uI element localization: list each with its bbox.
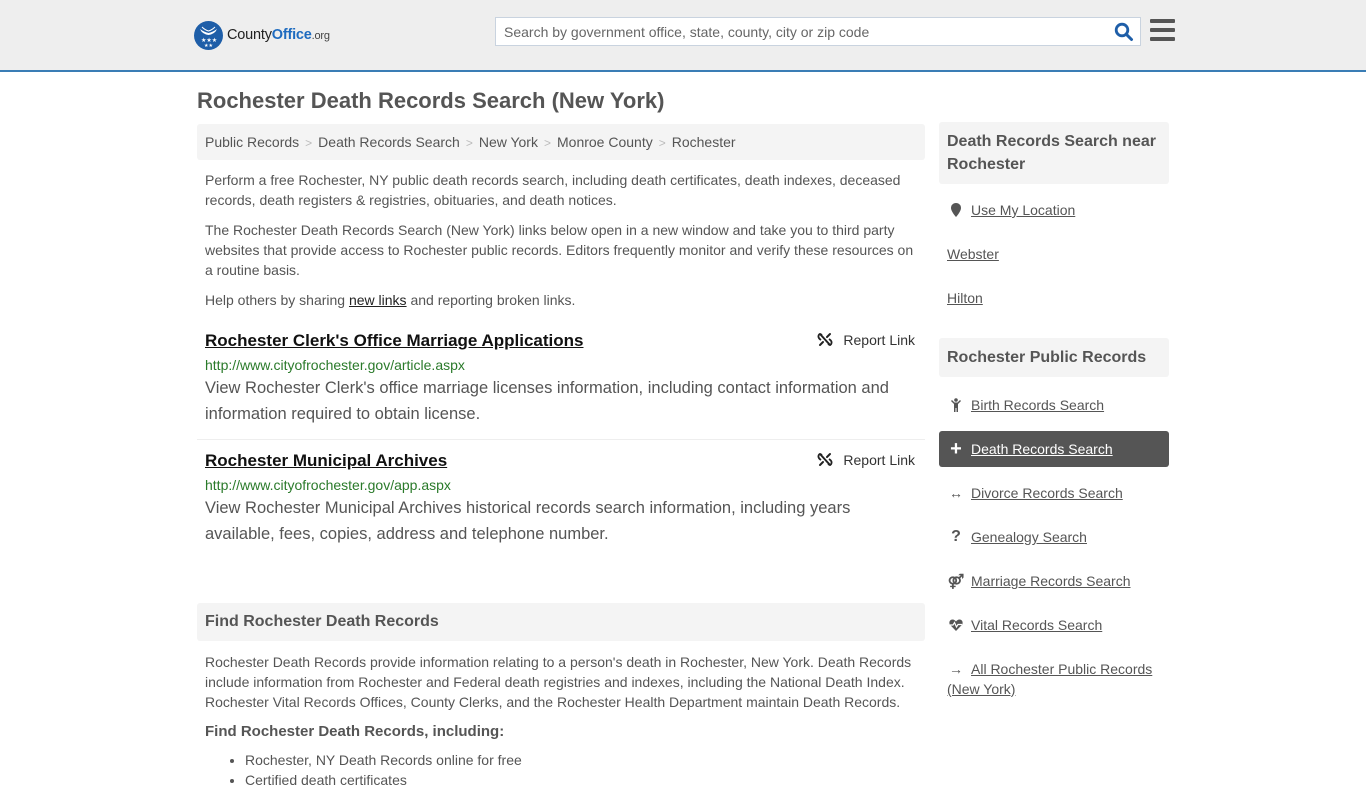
sidebar: Death Records Search near Rochester Use … <box>939 122 1169 715</box>
search-icon <box>1114 22 1133 41</box>
help-text: and reporting broken links. <box>406 292 576 308</box>
new-links-link[interactable]: new links <box>349 292 407 308</box>
nearby-place-link[interactable]: Hilton <box>947 288 983 308</box>
arrow-right-icon: → <box>949 661 963 677</box>
resource-link-title[interactable]: Rochester Municipal Archives <box>205 451 447 470</box>
breadcrumb-new-york[interactable]: New York <box>479 134 538 150</box>
breadcrumb-rochester: Rochester <box>671 134 736 150</box>
logo-text: CountyOffice.org <box>227 27 330 43</box>
menu-bar <box>1150 19 1175 23</box>
sidebar-item-divorce-records[interactable]: ↔ Divorce Records Search <box>939 475 1169 511</box>
nearby-header: Death Records Search near Rochester <box>939 122 1169 184</box>
resource-link-description: View Rochester Municipal Archives histor… <box>205 499 851 543</box>
find-records-list-item: Rochester, NY Death Records online for f… <box>245 750 925 770</box>
venus-mars-icon: ⚤ <box>947 573 965 589</box>
question-icon: ? <box>951 528 961 545</box>
site-header: ★★★ ★★ CountyOffice.org <box>0 0 1366 72</box>
resource-link-title[interactable]: Rochester Clerk's Office Marriage Applic… <box>205 331 583 350</box>
resource-link-item: Rochester Municipal Archives Report Link… <box>197 440 925 559</box>
sidebar-link[interactable]: All Rochester Public Records (New York) <box>947 661 1152 697</box>
arrows-horizontal-icon: ↔ <box>949 485 963 501</box>
breadcrumb-public-records[interactable]: Public Records <box>205 134 299 150</box>
help-text: Help others by sharing <box>205 292 349 308</box>
county-office-logo[interactable]: ★★★ ★★ CountyOffice.org <box>194 20 330 50</box>
sidebar-link[interactable]: Death Records Search <box>971 439 1113 459</box>
search-input[interactable] <box>496 18 1106 45</box>
find-records-body: Rochester Death Records provide informat… <box>197 652 925 790</box>
public-records-list: Birth Records Search + Death Records Sea… <box>939 377 1169 715</box>
map-marker-icon <box>947 200 965 220</box>
broken-link-icon <box>817 333 833 346</box>
menu-bar <box>1150 37 1175 41</box>
menu-bar <box>1150 28 1175 32</box>
sidebar-link[interactable]: Birth Records Search <box>971 395 1104 415</box>
svg-text:★★: ★★ <box>204 43 213 49</box>
nearby-list: Use My Location Webster Hilton <box>939 184 1169 324</box>
sidebar-item-birth-records[interactable]: Birth Records Search <box>939 387 1169 423</box>
nearby-place-link[interactable]: Webster <box>947 244 999 264</box>
sidebar-item-death-records[interactable]: + Death Records Search <box>939 431 1169 467</box>
resource-link-item: Rochester Clerk's Office Marriage Applic… <box>197 320 925 440</box>
search-box <box>495 17 1141 46</box>
use-my-location[interactable]: Use My Location <box>939 192 1169 228</box>
search-button[interactable] <box>1114 22 1134 42</box>
report-link-label: Report Link <box>843 332 915 348</box>
breadcrumb-separator: > <box>658 136 666 150</box>
breadcrumb-separator: > <box>465 136 473 150</box>
sidebar-link[interactable]: Marriage Records Search <box>971 571 1131 591</box>
nearby-place-webster[interactable]: Webster <box>939 228 1169 272</box>
resource-link-description: View Rochester Clerk's office marriage l… <box>205 379 889 423</box>
sidebar-link[interactable]: Genealogy Search <box>971 527 1087 547</box>
breadcrumb-monroe-county[interactable]: Monroe County <box>557 134 653 150</box>
resource-link-url[interactable]: http://www.cityofrochester.gov/article.a… <box>205 355 917 375</box>
report-link-button[interactable]: Report Link <box>817 452 915 468</box>
use-my-location-link[interactable]: Use My Location <box>971 200 1075 220</box>
sidebar-item-marriage-records[interactable]: ⚤ Marriage Records Search <box>939 563 1169 599</box>
find-records-list-item: Certified death certificates <box>245 770 925 790</box>
sidebar-item-all-public-records[interactable]: → All Rochester Public Records (New York) <box>939 651 1169 707</box>
sidebar-link[interactable]: Divorce Records Search <box>971 483 1123 503</box>
breadcrumb-death-records-search[interactable]: Death Records Search <box>318 134 460 150</box>
nearby-place-hilton[interactable]: Hilton <box>939 272 1169 316</box>
hamburger-menu-button[interactable] <box>1150 19 1175 42</box>
report-link-label: Report Link <box>843 452 915 468</box>
public-records-header: Rochester Public Records <box>939 338 1169 377</box>
find-records-subheader: Find Rochester Death Records, including: <box>205 723 505 740</box>
eagle-logo-icon: ★★★ ★★ <box>194 20 223 50</box>
intro-paragraph: Perform a free Rochester, NY public deat… <box>205 172 901 208</box>
find-records-paragraph: Rochester Death Records provide informat… <box>205 654 912 710</box>
breadcrumb-separator: > <box>305 136 313 150</box>
find-records-list: Rochester, NY Death Records online for f… <box>197 750 925 790</box>
find-records-header: Find Rochester Death Records <box>197 603 925 641</box>
page-title: Rochester Death Records Search (New York… <box>197 88 665 113</box>
sidebar-link[interactable]: Vital Records Search <box>971 615 1102 635</box>
sidebar-item-vital-records[interactable]: Vital Records Search <box>939 607 1169 643</box>
intro: Perform a free Rochester, NY public deat… <box>197 170 925 310</box>
sidebar-item-genealogy[interactable]: ? Genealogy Search <box>939 519 1169 555</box>
plus-icon: + <box>950 438 962 460</box>
intro-paragraph: The Rochester Death Records Search (New … <box>205 222 914 278</box>
report-link-button[interactable]: Report Link <box>817 332 915 348</box>
broken-link-icon <box>817 453 833 466</box>
breadcrumb-separator: > <box>543 136 551 150</box>
child-icon <box>947 395 965 415</box>
main-content: Perform a free Rochester, NY public deat… <box>197 170 925 790</box>
help-paragraph: Help others by sharing new links and rep… <box>197 290 925 310</box>
breadcrumb: Public Records > Death Records Search > New … <box>197 124 925 160</box>
resource-link-url[interactable]: http://www.cityofrochester.gov/app.aspx <box>205 475 917 495</box>
heartbeat-icon <box>947 615 965 635</box>
